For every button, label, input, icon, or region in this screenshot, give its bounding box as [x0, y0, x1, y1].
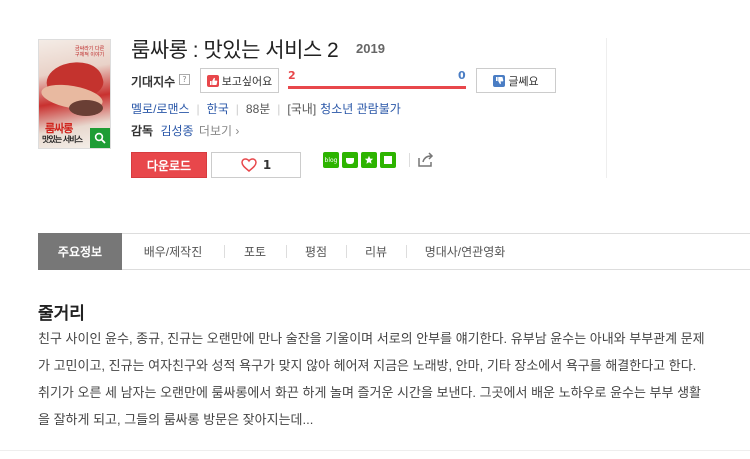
country-link[interactable]: 한국	[207, 100, 229, 117]
director-more-link[interactable]: 더보기 ›	[199, 124, 239, 138]
director-row: 감독 김성종 더보기 ›	[131, 122, 239, 139]
like-button[interactable]: 1	[211, 152, 301, 178]
thumbs-up-icon	[206, 74, 219, 87]
tab-photo[interactable]: 포토	[224, 234, 286, 269]
help-icon[interactable]: ?	[179, 74, 190, 85]
share-icon	[418, 152, 434, 167]
divider	[409, 153, 410, 167]
tab-bar: 주요정보 배우/제작진 포토 평점 리뷰 명대사/연관영화	[38, 233, 750, 270]
want-count: 2	[288, 69, 296, 82]
download-button[interactable]: 다운로드	[131, 152, 207, 178]
expectation-label: 기대지수	[131, 75, 176, 89]
want-to-see-label: 보고싶어요	[221, 75, 273, 88]
tab-main-info[interactable]: 주요정보	[38, 233, 122, 270]
tab-cast-crew[interactable]: 배우/제작진	[122, 234, 224, 269]
zoom-button[interactable]	[90, 128, 110, 148]
not-sure-button[interactable]: 글쎄요	[476, 68, 556, 93]
poster-figure	[69, 100, 103, 116]
poster-tagline: 금싸라기 다른 구체적 이야기	[75, 46, 105, 58]
expectation-bar	[288, 86, 466, 89]
director-name-link[interactable]: 김성종	[160, 124, 193, 138]
director-label: 감독	[131, 124, 154, 138]
movie-poster[interactable]: 금싸라기 다른 구체적 이야기 룸싸롱 맛있는 서비스	[38, 39, 111, 149]
divider: |	[196, 101, 200, 116]
runtime: 88분	[245, 102, 271, 116]
share-button[interactable]	[417, 152, 435, 168]
not-sure-label: 글쎄요	[508, 75, 539, 88]
divider: |	[235, 101, 239, 116]
like-count: 1	[262, 158, 272, 172]
poster-subtitle: 맛있는 서비스	[42, 135, 83, 144]
divider	[0, 450, 750, 451]
memo-share-icon[interactable]	[380, 152, 396, 168]
blog-share-icon[interactable]: blog	[323, 152, 339, 168]
rating-prefix: [국내]	[287, 102, 317, 116]
movie-year: 2019	[356, 41, 385, 56]
movie-meta: 멜로/로맨스 | 한국 | 88분 | [국내] 청소년 관람불가	[131, 100, 401, 117]
genre-link[interactable]: 멜로/로맨스	[131, 100, 190, 117]
cafe-share-icon[interactable]	[342, 152, 358, 168]
synopsis-heading: 줄거리	[38, 304, 85, 323]
magnifier-icon	[94, 132, 106, 144]
heart-icon	[241, 158, 257, 172]
tab-quotes-related[interactable]: 명대사/연관영화	[406, 234, 524, 269]
movie-title: 룸싸롱 : 맛있는 서비스 2	[131, 39, 339, 62]
synopsis-text: 친구 사이인 윤수, 종규, 진규는 오랜만에 만나 술잔을 기울이며 서로의 …	[38, 331, 705, 427]
bookmark-share-icon[interactable]	[361, 152, 377, 168]
share-icons: blog	[323, 152, 396, 168]
tab-review[interactable]: 리뷰	[346, 234, 406, 269]
meh-count: 0	[458, 69, 466, 82]
thumbs-down-icon	[493, 74, 506, 87]
want-to-see-button[interactable]: 보고싶어요	[200, 68, 279, 93]
divider	[606, 38, 607, 178]
rating-link[interactable]: 청소년 관람불가	[320, 100, 401, 117]
tab-rating[interactable]: 평점	[286, 234, 346, 269]
divider: |	[277, 101, 281, 116]
